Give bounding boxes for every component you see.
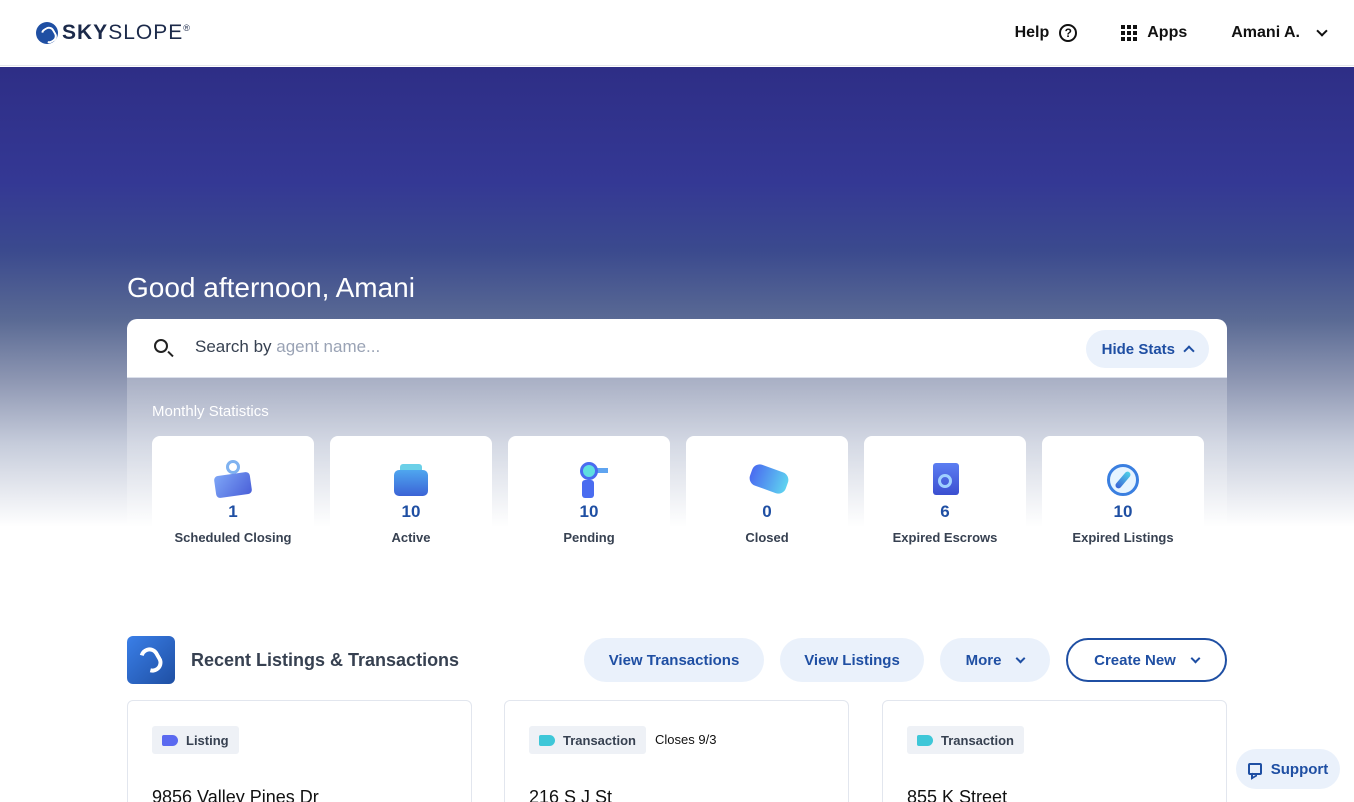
tag-label: Transaction	[941, 732, 1014, 748]
card-type-tag: Listing	[152, 726, 239, 754]
listing-card[interactable]: Listing 9856 Valley Pines Dr	[127, 700, 472, 802]
tag-label: Transaction	[563, 732, 636, 748]
create-new-button[interactable]: Create New	[1066, 638, 1227, 682]
stat-label: Pending	[563, 530, 615, 545]
apps-button[interactable]: Apps	[1121, 24, 1187, 42]
stats-row: 1 Scheduled Closing 10 Active 10 Pending…	[152, 436, 1204, 562]
hanging-sign-icon	[212, 460, 254, 500]
user-name: Amani A.	[1231, 24, 1300, 41]
card-address: 855 K Street	[907, 787, 1008, 802]
more-dropdown-button[interactable]: More	[940, 638, 1050, 682]
monthly-statistics-panel: Monthly Statistics 1 Scheduled Closing 1…	[127, 377, 1227, 572]
view-transactions-button[interactable]: View Transactions	[584, 638, 764, 682]
grid-icon	[1121, 25, 1138, 41]
search-input[interactable]: Search by agent name...	[195, 337, 380, 357]
stat-label: Scheduled Closing	[174, 530, 292, 545]
stat-card-scheduled-closing[interactable]: 1 Scheduled Closing	[152, 436, 314, 562]
view-listings-button[interactable]: View Listings	[780, 638, 924, 682]
support-label: Support	[1270, 760, 1329, 778]
skyslope-app-icon	[127, 636, 175, 684]
recent-section-title: Recent Listings & Transactions	[191, 650, 460, 670]
stat-value: 10	[1113, 502, 1133, 521]
telescope-icon	[746, 460, 791, 500]
stat-value: 0	[762, 502, 772, 521]
stat-label: Expired Escrows	[892, 530, 998, 545]
stat-value: 10	[579, 502, 599, 521]
tag-label: Listing	[186, 732, 229, 748]
chevron-up-icon	[1183, 345, 1195, 357]
compass-icon	[1102, 460, 1144, 500]
hide-stats-button[interactable]: Hide Stats	[1085, 330, 1209, 368]
tag-icon	[917, 734, 933, 746]
card-address: 9856 Valley Pines Dr	[152, 787, 319, 802]
card-address: 216 S J St	[529, 787, 613, 802]
hide-stats-label: Hide Stats	[1101, 340, 1175, 358]
transaction-card[interactable]: Transaction Closes 9/3 216 S J St	[504, 700, 849, 802]
search-prefix: Search by	[195, 337, 277, 356]
stat-card-expired-listings[interactable]: 10 Expired Listings	[1042, 436, 1204, 562]
stat-value: 1	[228, 502, 238, 521]
stat-label: Expired Listings	[1072, 530, 1174, 545]
chevron-down-icon	[1015, 653, 1026, 663]
closing-date: Closes 9/3	[655, 732, 717, 747]
logo-text: SKYSLOPE®	[62, 21, 191, 44]
help-label: Help	[1014, 24, 1050, 41]
stat-card-pending[interactable]: 10 Pending	[508, 436, 670, 562]
stat-value: 10	[401, 502, 421, 521]
recent-section-header: Recent Listings & Transactions View Tran…	[127, 636, 1227, 684]
stat-label: Closed	[745, 530, 789, 545]
header-actions: Help ? Apps Amani A.	[1015, 0, 1328, 66]
stats-title: Monthly Statistics	[152, 403, 269, 420]
stat-card-closed[interactable]: 0 Closed	[686, 436, 848, 562]
more-label: More	[965, 651, 1002, 669]
stat-label: Active	[391, 530, 431, 545]
tag-icon	[539, 734, 555, 746]
stat-card-expired-escrows[interactable]: 6 Expired Escrows	[864, 436, 1026, 562]
view-listings-label: View Listings	[804, 651, 900, 669]
tag-icon	[162, 734, 178, 746]
stat-value: 6	[940, 502, 950, 521]
key-tag-icon	[568, 460, 610, 500]
document-search-icon	[924, 460, 966, 500]
create-new-label: Create New	[1094, 651, 1176, 669]
chevron-down-icon	[1190, 653, 1201, 663]
skyslope-logo[interactable]: SKYSLOPE®	[36, 21, 191, 45]
apps-label: Apps	[1147, 24, 1188, 41]
user-menu-button[interactable]: Amani A.	[1231, 24, 1328, 42]
skyslope-logo-icon	[36, 22, 58, 44]
view-transactions-label: View Transactions	[608, 651, 740, 669]
stat-card-active[interactable]: 10 Active	[330, 436, 492, 562]
card-type-tag: Transaction	[907, 726, 1024, 754]
search-placeholder: agent name...	[276, 337, 381, 356]
search-panel: Search by agent name... Hide Stats	[127, 319, 1227, 377]
search-icon	[154, 339, 168, 353]
toolbox-icon	[390, 460, 432, 500]
question-circle-icon: ?	[1059, 24, 1078, 42]
transaction-card[interactable]: Transaction 855 K Street	[882, 700, 1227, 802]
card-type-tag: Transaction	[529, 726, 646, 754]
chevron-down-icon	[1316, 25, 1328, 37]
chat-bubble-icon	[1247, 763, 1262, 775]
greeting-heading: Good afternoon, Amani	[127, 272, 415, 303]
top-navigation-bar: SKYSLOPE® Help ? Apps Amani A.	[0, 0, 1354, 66]
help-button[interactable]: Help ?	[1015, 24, 1078, 42]
support-button[interactable]: Support	[1236, 749, 1340, 789]
